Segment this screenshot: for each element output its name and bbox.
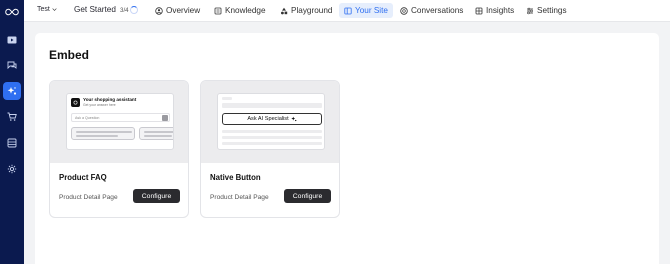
overview-icon bbox=[155, 6, 163, 15]
workspace-selector[interactable]: Test bbox=[37, 6, 57, 13]
chat-icon[interactable] bbox=[3, 56, 21, 74]
knowledge-icon bbox=[214, 7, 222, 14]
preview-button-label: Ask AI Specialist bbox=[247, 116, 289, 122]
placeholder-bar bbox=[222, 142, 322, 145]
gear-icon[interactable] bbox=[3, 160, 21, 178]
placeholder-line bbox=[76, 135, 118, 137]
card-title: Product FAQ bbox=[59, 173, 107, 182]
workspace-name: Test bbox=[37, 6, 50, 13]
tab-knowledge[interactable]: Knowledge bbox=[209, 3, 271, 18]
tab-label: Your Site bbox=[355, 6, 388, 15]
tab-conversations[interactable]: Conversations bbox=[395, 3, 468, 18]
sidebar bbox=[0, 0, 24, 264]
card-subtitle: Product Detail Page bbox=[210, 194, 269, 201]
your-site-icon bbox=[344, 7, 352, 14]
preview-placeholder: Ask a Question bbox=[75, 115, 100, 120]
assistant-widget-preview: Your shopping assistant Get your answer … bbox=[66, 93, 174, 150]
placeholder-line bbox=[76, 131, 132, 133]
tab-label: Settings bbox=[537, 6, 567, 15]
embed-card-product-faq[interactable]: Your shopping assistant Get your answer … bbox=[49, 80, 189, 218]
card-preview: Ask AI Specialist bbox=[201, 81, 339, 163]
preview-question-input: Ask a Question bbox=[71, 113, 170, 122]
top-nav: Test Get Started 3/4 Overview Knowledge … bbox=[24, 0, 670, 22]
tab-overview[interactable]: Overview bbox=[150, 3, 205, 18]
preview-suggestion-chip bbox=[71, 127, 135, 140]
conversations-icon bbox=[400, 6, 408, 15]
tab-your-site[interactable]: Your Site bbox=[339, 3, 393, 18]
embed-card-native-button[interactable]: Ask AI Specialist Native Button Product … bbox=[200, 80, 340, 218]
card-title: Native Button bbox=[210, 173, 261, 182]
placeholder-line bbox=[144, 131, 173, 133]
settings-icon bbox=[527, 7, 533, 14]
page-title: Embed bbox=[49, 48, 90, 62]
native-button-preview: Ask AI Specialist bbox=[217, 93, 325, 150]
card-preview: Your shopping assistant Get your answer … bbox=[50, 81, 188, 163]
get-started-link[interactable]: Get Started bbox=[74, 5, 116, 14]
insights-icon bbox=[475, 7, 483, 14]
tab-label: Insights bbox=[486, 6, 515, 15]
placeholder-bar bbox=[222, 130, 322, 133]
playground-icon bbox=[281, 7, 288, 14]
placeholder-line bbox=[144, 135, 172, 137]
sparkle-icon[interactable] bbox=[3, 82, 21, 100]
placeholder-bar bbox=[222, 97, 232, 100]
tab-playground[interactable]: Playground bbox=[275, 3, 337, 18]
ask-ai-specialist-preview-button: Ask AI Specialist bbox=[222, 113, 322, 125]
tab-settings[interactable]: Settings bbox=[521, 3, 572, 18]
main-panel: Embed Your shopping assistant Get your a… bbox=[35, 33, 659, 264]
video-icon[interactable] bbox=[3, 31, 21, 49]
tab-label: Playground bbox=[291, 6, 333, 15]
tab-label: Knowledge bbox=[225, 6, 266, 15]
preview-subtitle: Get your answer here bbox=[83, 103, 116, 107]
logo-icon[interactable] bbox=[3, 3, 21, 21]
tab-label: Conversations bbox=[411, 6, 464, 15]
cart-icon[interactable] bbox=[3, 108, 21, 126]
tab-label: Overview bbox=[166, 6, 201, 15]
chevron-down-icon bbox=[52, 8, 57, 11]
preview-title: Your shopping assistant bbox=[83, 97, 137, 102]
placeholder-bar bbox=[222, 136, 322, 139]
card-subtitle: Product Detail Page bbox=[59, 194, 118, 201]
configure-button[interactable]: Configure bbox=[284, 189, 331, 203]
get-started-progress: 3/4 bbox=[120, 7, 129, 14]
placeholder-bar bbox=[222, 103, 322, 108]
send-icon bbox=[162, 115, 168, 121]
tab-insights[interactable]: Insights bbox=[470, 3, 519, 18]
sparkle-icon bbox=[290, 116, 297, 122]
progress-ring-icon bbox=[130, 6, 138, 14]
database-icon[interactable] bbox=[3, 134, 21, 152]
preview-suggestion-chip bbox=[139, 127, 173, 140]
assistant-logo-icon bbox=[71, 98, 80, 107]
configure-button[interactable]: Configure bbox=[133, 189, 180, 203]
